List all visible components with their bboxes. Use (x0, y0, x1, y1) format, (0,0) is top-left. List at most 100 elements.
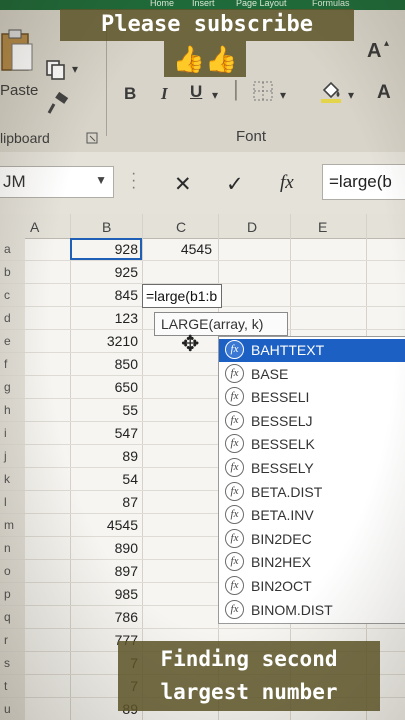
cell-b[interactable]: 650 (70, 379, 138, 395)
autocomplete-item[interactable]: fx BINOM.DIST (219, 599, 405, 622)
row-header[interactable]: q (0, 606, 25, 628)
autocomplete-item[interactable]: fx BETA.DIST (219, 481, 405, 504)
row-header[interactable]: d (0, 307, 25, 329)
cell-b[interactable]: 4545 (70, 517, 138, 533)
bold-button[interactable]: B (124, 84, 136, 104)
autocomplete-item[interactable]: fx BIN2HEX (219, 551, 405, 574)
underline-dropdown-icon[interactable]: ▾ (212, 88, 218, 102)
screen: Home Insert Page Layout Formulas Paste ▾… (0, 0, 405, 720)
paste-label[interactable]: Paste (0, 82, 38, 99)
cell-b[interactable]: 3210 (70, 333, 138, 349)
row-header[interactable]: u (0, 698, 25, 720)
cell-b[interactable]: 87 (70, 494, 138, 510)
row-header[interactable]: j (0, 445, 25, 467)
autocomplete-item[interactable]: fx BIN2DEC (219, 528, 405, 551)
row-header[interactable]: e (0, 330, 25, 352)
underline-button[interactable]: U (190, 82, 202, 102)
cell-b[interactable]: 786 (70, 609, 138, 625)
row-header[interactable]: r (0, 629, 25, 651)
column-header-c[interactable]: C (176, 219, 186, 235)
cell-b[interactable]: 890 (70, 540, 138, 556)
autocomplete-item[interactable]: fx BESSELY (219, 457, 405, 480)
autocomplete-item[interactable]: fx BETA.INV (219, 504, 405, 527)
paste-icon[interactable] (0, 28, 34, 76)
function-autocomplete-list[interactable]: fx BAHTTEXT fx BASE fx BESSELI fx BESSELJ fx BESS… (218, 336, 405, 624)
column-header-d[interactable]: D (247, 219, 257, 235)
formula-bar: JM ▼ · · · ✕ ✓ fx =large(b (0, 152, 405, 214)
clipboard-group-label: lipboard (0, 130, 50, 146)
row-header[interactable]: p (0, 583, 25, 605)
italic-button[interactable]: I (161, 84, 168, 104)
row-header[interactable]: s (0, 652, 25, 674)
column-header-a[interactable]: A (30, 219, 39, 235)
fill-color-dropdown-icon[interactable]: ▾ (348, 88, 354, 102)
column-header-e[interactable]: E (318, 219, 327, 235)
autocomplete-item-label: BIN2OCT (251, 578, 312, 594)
autocomplete-item[interactable]: fx BESSELI (219, 386, 405, 409)
row-header[interactable]: h (0, 399, 25, 421)
cell-b[interactable]: 985 (70, 586, 138, 602)
name-box[interactable]: JM ▼ (0, 166, 114, 198)
function-icon: fx (225, 434, 244, 454)
active-cell-c3[interactable]: =large(b1:b (142, 284, 222, 308)
grip-dots-icon[interactable]: · · · (131, 166, 136, 196)
cell-b[interactable]: 897 (70, 563, 138, 579)
table-row: b 925 (0, 261, 405, 284)
font-color-button[interactable]: A (377, 82, 391, 104)
function-icon: fx (225, 599, 244, 619)
tab-insert[interactable]: Insert (192, 0, 215, 8)
cell-b[interactable]: 55 (70, 402, 138, 418)
row-header[interactable]: k (0, 468, 25, 490)
dialog-launcher-icon[interactable] (86, 132, 98, 144)
cell-b[interactable]: 89 (70, 448, 138, 464)
title-caption: Finding second largest number (118, 641, 380, 711)
row-header[interactable]: i (0, 422, 25, 444)
row-header[interactable]: g (0, 376, 25, 398)
autocomplete-item[interactable]: fx BESSELK (219, 433, 405, 456)
cell-c[interactable]: 4545 (142, 241, 212, 257)
format-painter-icon[interactable] (46, 92, 70, 116)
tab-formulas[interactable]: Formulas (312, 0, 350, 8)
selected-cell-b1[interactable] (70, 238, 142, 260)
font-group-label: Font (236, 128, 267, 145)
row-header[interactable]: c (0, 284, 25, 306)
fill-color-icon[interactable] (318, 78, 344, 104)
cell-b[interactable]: 123 (70, 310, 138, 326)
borders-dropdown-icon[interactable]: ▾ (280, 88, 286, 102)
autocomplete-item[interactable]: fx BESSELJ (219, 410, 405, 433)
copy-dropdown-icon[interactable]: ▾ (72, 62, 78, 76)
row-header[interactable]: b (0, 261, 25, 283)
cell-b[interactable]: 925 (70, 264, 138, 280)
autocomplete-item-label: BESSELY (251, 460, 314, 476)
subscribe-caption: Please subscribe (60, 9, 354, 41)
cell-b[interactable]: 54 (70, 471, 138, 487)
copy-icon[interactable] (44, 58, 68, 82)
cell-b[interactable]: 845 (70, 287, 138, 303)
insert-function-button[interactable]: fx (280, 172, 294, 194)
function-tooltip[interactable]: LARGE(array, k) (154, 312, 288, 336)
cell-b[interactable]: 850 (70, 356, 138, 372)
tab-home[interactable]: Home (150, 0, 174, 8)
cancel-button[interactable]: ✕ (174, 172, 192, 197)
row-header[interactable]: l (0, 491, 25, 513)
autocomplete-item[interactable]: fx BIN2OCT (219, 575, 405, 598)
grow-font-button[interactable]: A (367, 40, 381, 63)
function-icon: fx (225, 458, 244, 477)
autocomplete-item-label: BIN2HEX (251, 554, 311, 571)
row-header[interactable]: o (0, 560, 25, 582)
row-header[interactable]: n (0, 537, 25, 559)
enter-button[interactable]: ✓ (226, 172, 244, 197)
row-header[interactable]: a (0, 238, 25, 260)
column-header-b[interactable]: B (102, 219, 111, 235)
row-header[interactable]: m (0, 514, 25, 536)
name-box-dropdown-icon[interactable]: ▼ (95, 173, 107, 187)
row-header[interactable]: t (0, 675, 25, 697)
row-header[interactable]: f (0, 353, 25, 375)
autocomplete-item-label: BIN2DEC (251, 530, 312, 547)
tab-page-layout[interactable]: Page Layout (236, 0, 287, 8)
autocomplete-item[interactable]: fx BASE (219, 363, 405, 386)
cell-b[interactable]: 547 (70, 425, 138, 441)
autocomplete-item[interactable]: fx BAHTTEXT (219, 339, 405, 362)
formula-input[interactable]: =large(b (322, 164, 405, 200)
borders-icon[interactable] (252, 80, 274, 102)
